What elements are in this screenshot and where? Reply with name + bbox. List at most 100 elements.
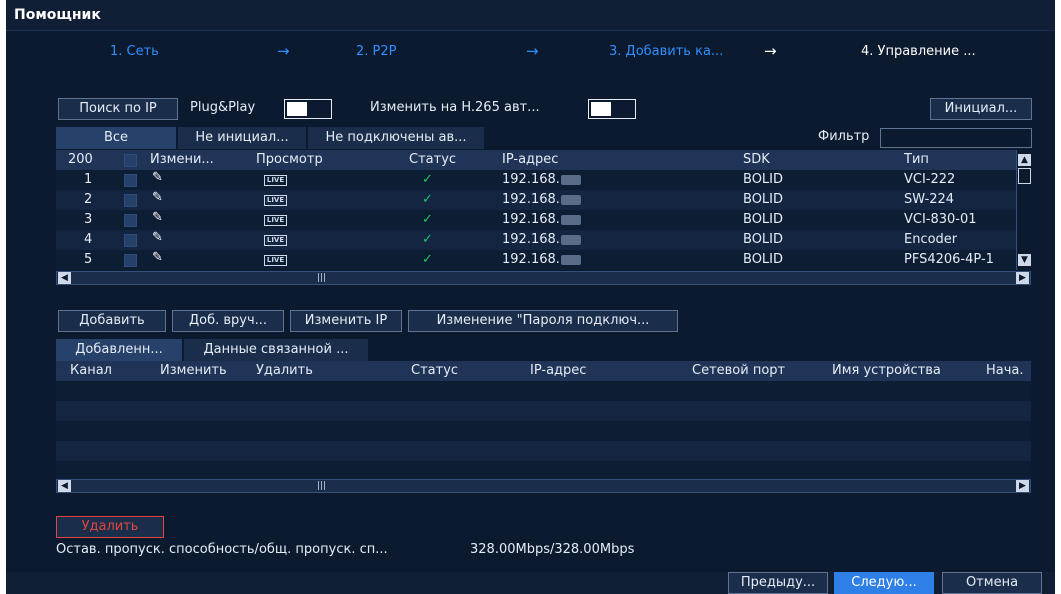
- step-manage[interactable]: 4. Управление ...: [861, 44, 976, 59]
- cancel-button[interactable]: Отмена: [942, 572, 1042, 594]
- live-icon[interactable]: LIVE: [264, 215, 287, 226]
- table-row[interactable]: [56, 441, 1031, 461]
- bandwidth-label: Остав. пропуск. способность/общ. пропуск…: [56, 542, 388, 557]
- edit-pencil-icon[interactable]: ✎: [152, 190, 163, 205]
- col-edit[interactable]: Изменить: [160, 361, 227, 381]
- type-value: VCI-830-01: [904, 212, 977, 227]
- row-number: 3: [84, 212, 93, 227]
- wizard-steps: 1. Сеть → 2. P2P → 3. Добавить ка... → 4…: [6, 30, 1055, 74]
- live-icon[interactable]: LIVE: [264, 175, 287, 186]
- table-row[interactable]: 4 ✎ LIVE ✓ 192.168. BOLID Encoder: [56, 230, 1016, 250]
- col-start[interactable]: Нача.: [986, 361, 1031, 381]
- step-p2p[interactable]: 2. P2P: [356, 44, 397, 59]
- row-number: 4: [84, 232, 93, 247]
- sdk-value: BOLID: [743, 252, 784, 267]
- device-table-vscroll[interactable]: ▲ ▼: [1016, 150, 1032, 270]
- plug-play-toggle[interactable]: [284, 99, 332, 119]
- edit-pencil-icon[interactable]: ✎: [152, 170, 163, 185]
- wizard-window: Помощник 1. Сеть → 2. P2P → 3. Добавить …: [6, 0, 1055, 594]
- tab-uninitialized[interactable]: Не инициал...: [178, 127, 306, 149]
- add-manual-button[interactable]: Доб. вруч...: [172, 310, 284, 332]
- row-checkbox[interactable]: [124, 234, 137, 247]
- col-ip[interactable]: IP-адрес: [530, 361, 586, 381]
- step-arrow-icon: →: [277, 42, 290, 60]
- ip-text: 192.168.: [502, 212, 560, 227]
- live-icon[interactable]: LIVE: [264, 255, 287, 266]
- redacted-ip-mark: [560, 234, 581, 245]
- step-network[interactable]: 1. Сеть: [110, 44, 159, 59]
- col-device-name[interactable]: Имя устройства: [832, 361, 941, 381]
- redacted-ip-mark: [560, 194, 581, 205]
- tab-not-connected[interactable]: Не подключены ав...: [308, 127, 484, 149]
- table-row[interactable]: 2 ✎ LIVE ✓ 192.168. BOLID SW-224: [56, 190, 1016, 210]
- scroll-up-icon[interactable]: ▲: [1018, 154, 1031, 166]
- col-edit[interactable]: Измени...: [150, 150, 214, 170]
- row-number: 2: [84, 192, 93, 207]
- row-checkbox[interactable]: [124, 174, 137, 187]
- h265-toggle[interactable]: [588, 99, 636, 119]
- added-table-hscroll[interactable]: ◀ ||| ▶: [56, 479, 1031, 493]
- col-status[interactable]: Статус: [411, 361, 458, 381]
- col-sdk[interactable]: SDK: [743, 150, 770, 170]
- select-all-checkbox[interactable]: [124, 154, 137, 167]
- table-header: 200 Измени... Просмотр Статус IP-адрес S…: [56, 150, 1031, 170]
- scroll-thumb[interactable]: [1018, 168, 1031, 184]
- redacted-ip-mark: [560, 214, 581, 225]
- row-checkbox[interactable]: [124, 194, 137, 207]
- device-count: 200: [68, 152, 93, 167]
- ip-address: 192.168.: [502, 170, 581, 190]
- row-checkbox[interactable]: [124, 214, 137, 227]
- edit-pencil-icon[interactable]: ✎: [152, 210, 163, 225]
- table-row[interactable]: 1 ✎ LIVE ✓ 192.168. BOLID VCI-222: [56, 170, 1016, 190]
- device-table-hscroll[interactable]: ◀ ||| ▶: [56, 271, 1031, 285]
- col-status[interactable]: Статус: [409, 150, 456, 170]
- col-ip[interactable]: IP-адрес: [502, 150, 558, 170]
- table-row[interactable]: [56, 421, 1031, 441]
- search-ip-button[interactable]: Поиск по IP: [58, 98, 178, 120]
- initialize-button[interactable]: Инициал...: [930, 98, 1032, 120]
- sdk-value: BOLID: [743, 232, 784, 247]
- ip-text: 192.168.: [502, 172, 560, 187]
- col-view[interactable]: Просмотр: [256, 150, 323, 170]
- scroll-grip[interactable]: |||: [317, 481, 326, 491]
- tab-added-devices[interactable]: Добавленн...: [56, 339, 182, 361]
- scroll-grip[interactable]: |||: [317, 273, 326, 283]
- table-row[interactable]: 5 ✎ LIVE ✓ 192.168. BOLID PFS4206-4P-1: [56, 250, 1016, 270]
- table-row[interactable]: [56, 461, 1031, 481]
- col-type[interactable]: Тип: [904, 150, 929, 170]
- filter-input[interactable]: [880, 128, 1032, 148]
- change-ip-button[interactable]: Изменить IP: [290, 310, 402, 332]
- scroll-right-icon[interactable]: ▶: [1016, 480, 1029, 492]
- delete-button[interactable]: Удалить: [56, 516, 164, 538]
- prev-button[interactable]: Предыду...: [728, 572, 828, 594]
- scroll-down-icon[interactable]: ▼: [1018, 254, 1031, 266]
- add-button[interactable]: Добавить: [58, 310, 166, 332]
- table-row[interactable]: 3 ✎ LIVE ✓ 192.168. BOLID VCI-830-01: [56, 210, 1016, 230]
- live-icon[interactable]: LIVE: [264, 195, 287, 206]
- col-port[interactable]: Сетевой порт: [692, 361, 785, 381]
- col-delete[interactable]: Удалить: [256, 361, 313, 381]
- live-icon[interactable]: LIVE: [264, 235, 287, 246]
- change-password-button[interactable]: Изменение "Пароля подключ...: [408, 310, 678, 332]
- scroll-left-icon[interactable]: ◀: [58, 272, 71, 284]
- table-row[interactable]: [56, 401, 1031, 421]
- step-add-camera[interactable]: 3. Добавить ка...: [609, 44, 723, 59]
- scroll-left-icon[interactable]: ◀: [58, 480, 71, 492]
- tab-all[interactable]: Все: [56, 127, 176, 149]
- edit-pencil-icon[interactable]: ✎: [152, 250, 163, 265]
- toggle-knob: [591, 102, 611, 116]
- col-channel[interactable]: Канал: [70, 361, 112, 381]
- table-row[interactable]: [56, 381, 1031, 401]
- added-devices-table: Канал Изменить Удалить Статус IP-адрес С…: [56, 361, 1031, 495]
- device-table: 200 Измени... Просмотр Статус IP-адрес S…: [56, 150, 1032, 287]
- bandwidth-value: 328.00Mbps/328.00Mbps: [470, 542, 635, 557]
- next-button[interactable]: Следую...: [834, 572, 934, 594]
- row-number: 1: [84, 172, 93, 187]
- ip-address: 192.168.: [502, 190, 581, 210]
- status-ok-icon: ✓: [422, 172, 433, 187]
- tab-linked-data[interactable]: Данные связанной ...: [184, 339, 368, 361]
- edit-pencil-icon[interactable]: ✎: [152, 230, 163, 245]
- scroll-right-icon[interactable]: ▶: [1016, 272, 1029, 284]
- status-ok-icon: ✓: [422, 252, 433, 267]
- row-checkbox[interactable]: [124, 254, 137, 267]
